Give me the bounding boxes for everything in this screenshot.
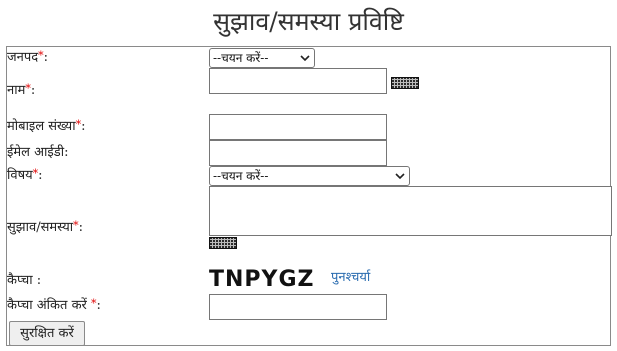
keyboard-icon[interactable] [391,77,419,89]
required-mark: * [38,49,44,62]
email-input[interactable] [209,140,387,166]
mobile-label: मोबाइल संख्या*: [7,118,86,134]
required-mark: * [73,219,79,232]
required-mark: * [32,167,39,180]
captcha-refresh-link[interactable]: पुनश्चर्या [331,270,370,286]
name-input[interactable] [209,68,387,94]
subject-label: विषय*: [7,167,43,183]
chevron-down-icon [395,173,405,180]
keyboard-icon[interactable] [209,237,237,249]
captcha-label: कैप्चा : [7,273,42,288]
suggestion-label: सुझाव/समस्या*: [7,219,84,235]
name-label: नाम*: [7,82,36,98]
captcha-input-label: कैप्चा अंकित करें *: [7,297,101,313]
required-mark: * [25,82,31,95]
required-mark: * [75,118,82,131]
captcha-image: TNPYGZ [209,267,315,292]
district-select[interactable]: --चयन करें-- [209,48,315,68]
email-label: ईमेल आईडी: [7,145,69,160]
district-label: जनपद*: [7,49,49,65]
required-mark: * [91,297,97,310]
suggestion-textarea[interactable] [209,186,612,236]
mobile-input[interactable] [209,114,387,140]
chevron-down-icon [300,55,310,62]
page-title: सुझाव/समस्या प्रविष्टि [213,7,404,36]
save-button[interactable]: सुरक्षित करें [9,321,85,346]
captcha-input[interactable] [209,294,387,320]
subject-select[interactable]: --चयन करें-- [209,166,410,186]
